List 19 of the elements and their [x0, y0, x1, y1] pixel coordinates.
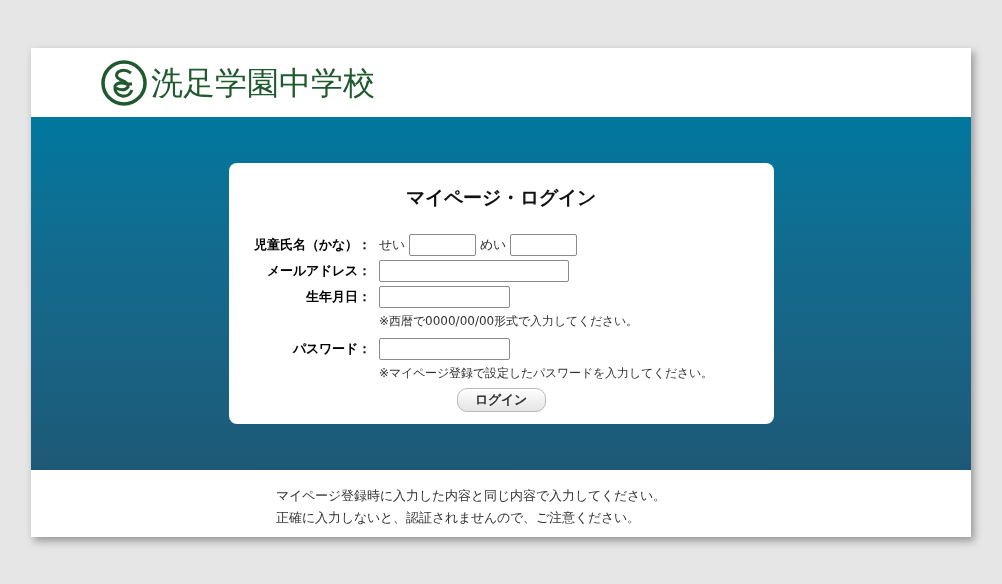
- input-field[interactable]: [379, 259, 569, 282]
- field-label: せい: [379, 235, 405, 254]
- notice-text: 正確に入力しないと、認証されませんので、ご注意ください。: [276, 508, 641, 527]
- input-field[interactable]: [379, 337, 510, 360]
- field-note: ※マイページ登録で設定したパスワードを入力してください。: [379, 364, 715, 382]
- field-note: ※西暦で0000/00/00形式で入力してください。: [379, 312, 640, 330]
- input-field[interactable]: [409, 233, 476, 256]
- school-name: 洗足学園中学校: [151, 66, 375, 99]
- field-label: パスワード：: [291, 339, 371, 358]
- input-field[interactable]: [379, 285, 510, 308]
- field-label: 生年月日：: [305, 287, 371, 306]
- input-field[interactable]: [510, 233, 577, 256]
- login-button[interactable]: ログイン: [456, 387, 546, 412]
- field-label: めい: [480, 235, 506, 254]
- logo-icon: [101, 59, 147, 106]
- notice-text: マイページ登録時に入力した内容と同じ内容で入力してください。: [276, 487, 667, 505]
- field-label: メールアドレス：: [266, 261, 371, 280]
- login-title: マイページ・ログイン: [406, 185, 596, 210]
- field-label: 児童氏名（かな）：: [253, 235, 371, 254]
